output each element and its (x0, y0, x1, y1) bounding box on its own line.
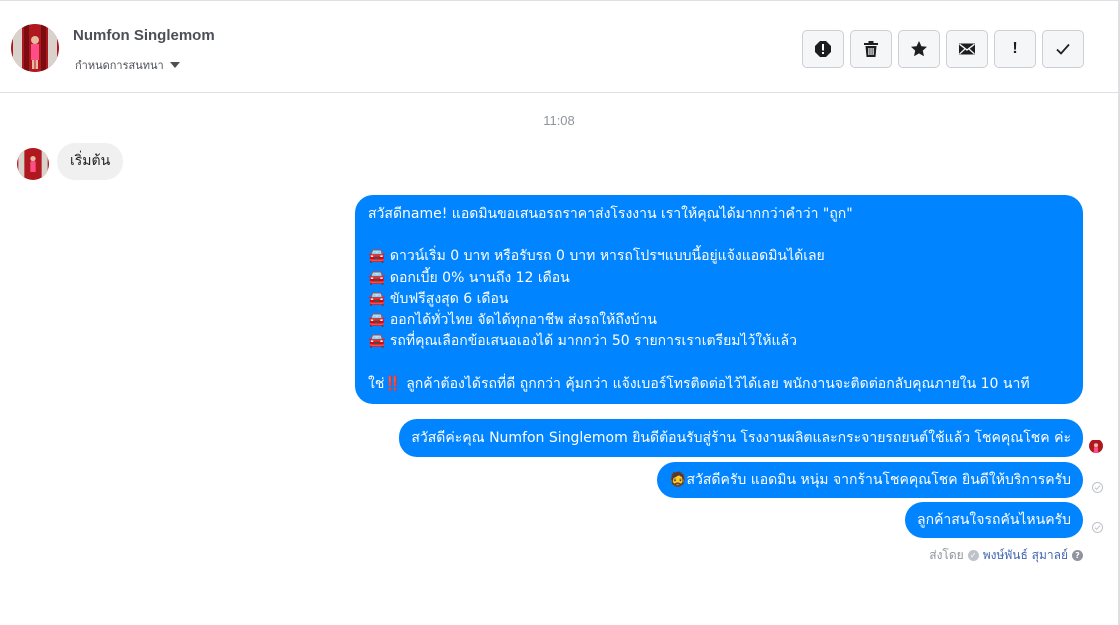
contact-message-avatar[interactable] (17, 148, 49, 180)
sender-name-link[interactable]: พงษ์พันธ์ สุมาลย์ (983, 546, 1068, 565)
check-circle-icon: ✓ (967, 550, 979, 561)
delivered-check-icon (1092, 482, 1103, 493)
help-icon[interactable]: ? (1072, 550, 1083, 561)
outgoing-message[interactable]: สวัสดีname! แอดมินขอเสนอรถราคาส่งโรงงาน … (355, 195, 1083, 404)
dropdown-label: กำหนดการสนทนา (75, 59, 164, 72)
contact-avatar[interactable] (11, 24, 59, 72)
delete-button[interactable] (850, 30, 892, 68)
outgoing-message[interactable]: ลูกค้าสนใจรถคันไหนครับ (905, 502, 1083, 538)
mark-unread-button[interactable] (946, 30, 988, 68)
outgoing-message[interactable]: 🧔สวัสดีครับ แอดมิน หนุ่ม จากร้านโชคคุณโช… (657, 462, 1083, 498)
alert-circle-icon (815, 41, 831, 57)
star-button[interactable] (898, 30, 940, 68)
caret-down-icon (169, 62, 180, 68)
envelope-icon (959, 43, 975, 55)
check-icon (1056, 43, 1070, 55)
contact-name[interactable]: Numfon Singlemom (73, 27, 215, 44)
seen-avatar-icon (1089, 439, 1103, 453)
conversation-toolbar: ! (802, 30, 1084, 68)
outgoing-message[interactable]: สวัสดีค่ะคุณ Numfon Singlemom ยินดีต้อนร… (399, 419, 1083, 457)
spam-button[interactable] (802, 30, 844, 68)
sent-by-prefix: ส่งโดย (929, 548, 964, 562)
message-timestamp: 11:08 (543, 113, 575, 128)
incoming-message[interactable]: เริ่มต้น (57, 143, 124, 180)
inbox-conversation-pane: Numfon Singlemom กำหนดการสนทนา ! 11:08 เ… (0, 0, 1120, 625)
delivered-check-icon (1092, 522, 1103, 533)
mark-done-button[interactable] (1042, 30, 1084, 68)
follow-up-button[interactable]: ! (994, 30, 1036, 68)
conversation-label-dropdown[interactable]: กำหนดการสนทนา (75, 56, 180, 74)
conversation-header: Numfon Singlemom กำหนดการสนทนา ! (0, 1, 1118, 93)
trash-icon (864, 41, 878, 57)
sent-by-info: ส่งโดย ✓ พงษ์พันธ์ สุมาลย์ ? (929, 546, 1083, 565)
star-icon (911, 41, 927, 57)
exclamation-icon: ! (1012, 40, 1018, 57)
